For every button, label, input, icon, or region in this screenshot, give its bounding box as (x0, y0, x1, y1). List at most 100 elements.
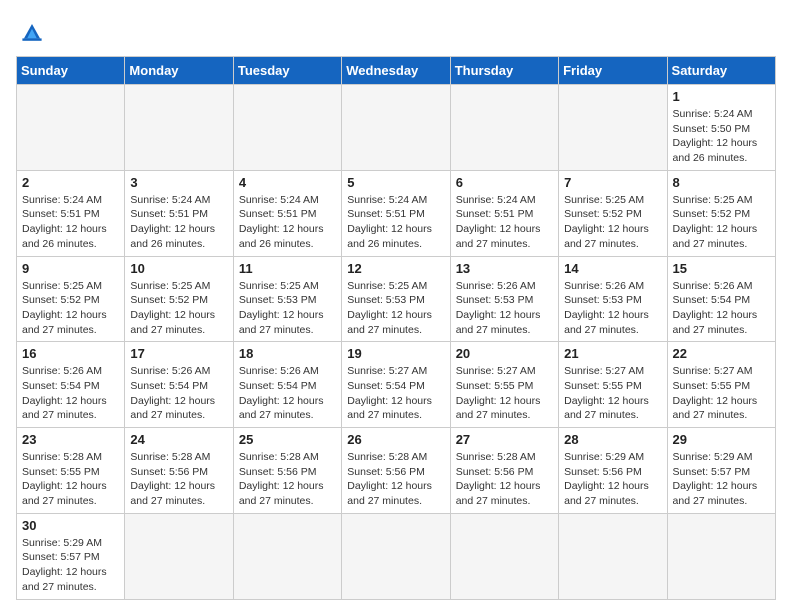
day-number: 2 (22, 175, 119, 190)
day-info: Sunrise: 5:26 AMSunset: 5:53 PMDaylight:… (456, 279, 553, 338)
day-number: 24 (130, 432, 227, 447)
day-number: 13 (456, 261, 553, 276)
calendar-day-cell (450, 513, 558, 599)
calendar-day-cell (342, 85, 450, 171)
calendar-day-cell: 26 Sunrise: 5:28 AMSunset: 5:56 PMDayligh… (342, 428, 450, 514)
day-info: Sunrise: 5:26 AMSunset: 5:54 PMDaylight:… (22, 364, 119, 423)
calendar-day-cell: 16Sunrise: 5:26 AMSunset: 5:54 PMDayligh… (17, 342, 125, 428)
day-number: 30 (22, 518, 119, 533)
calendar-week-row: 23Sunrise: 5:28 AMSunset: 5:55 PMDayligh… (17, 428, 776, 514)
logo (16, 16, 52, 48)
calendar-day-cell: 10Sunrise: 5:25 AMSunset: 5:52 PMDayligh… (125, 256, 233, 342)
day-number: 8 (673, 175, 770, 190)
day-info: Sunrise: 5:28 AMSunset: 5:56 PMDaylight:… (130, 450, 227, 509)
day-info: Sunrise: 5:25 AMSunset: 5:52 PMDaylight:… (564, 193, 661, 252)
calendar-day-cell: 2 Sunrise: 5:24 AMSunset: 5:51 PMDaylight… (17, 170, 125, 256)
day-info: Sunrise: 5:24 AMSunset: 5:51 PMDaylight:… (347, 193, 444, 252)
calendar-day-cell: 20 Sunrise: 5:27 AMSunset: 5:55 PMDayligh… (450, 342, 558, 428)
calendar-day-cell (125, 513, 233, 599)
day-info: Sunrise: 5:26 AMSunset: 5:54 PMDaylight:… (673, 279, 770, 338)
day-number: 10 (130, 261, 227, 276)
day-number: 3 (130, 175, 227, 190)
day-number: 20 (456, 346, 553, 361)
day-number: 19 (347, 346, 444, 361)
day-number: 7 (564, 175, 661, 190)
day-info: Sunrise: 5:29 AMSunset: 5:57 PMDaylight:… (22, 536, 119, 595)
weekday-header-saturday: Saturday (667, 57, 775, 85)
weekday-header-row: SundayMondayTuesdayWednesdayThursdayFrid… (17, 57, 776, 85)
weekday-header-monday: Monday (125, 57, 233, 85)
calendar-day-cell: 13 Sunrise: 5:26 AMSunset: 5:53 PMDayligh… (450, 256, 558, 342)
calendar-day-cell: 30 Sunrise: 5:29 AMSunset: 5:57 PMDayligh… (17, 513, 125, 599)
day-info: Sunrise: 5:25 AMSunset: 5:53 PMDaylight:… (239, 279, 336, 338)
calendar-day-cell: 4Sunrise: 5:24 AMSunset: 5:51 PMDaylight… (233, 170, 341, 256)
calendar-day-cell: 12Sunrise: 5:25 AMSunset: 5:53 PMDayligh… (342, 256, 450, 342)
day-info: Sunrise: 5:27 AMSunset: 5:55 PMDaylight:… (673, 364, 770, 423)
day-number: 25 (239, 432, 336, 447)
day-info: Sunrise: 5:29 AMSunset: 5:57 PMDaylight:… (673, 450, 770, 509)
calendar-day-cell (233, 85, 341, 171)
calendar-day-cell: 11 Sunrise: 5:25 AMSunset: 5:53 PMDayligh… (233, 256, 341, 342)
calendar-day-cell: 19 Sunrise: 5:27 AMSunset: 5:54 PMDayligh… (342, 342, 450, 428)
day-number: 4 (239, 175, 336, 190)
calendar-week-row: 9 Sunrise: 5:25 AMSunset: 5:52 PMDaylight… (17, 256, 776, 342)
calendar-day-cell: 5 Sunrise: 5:24 AMSunset: 5:51 PMDaylight… (342, 170, 450, 256)
calendar-day-cell: 14 Sunrise: 5:26 AMSunset: 5:53 PMDayligh… (559, 256, 667, 342)
weekday-header-sunday: Sunday (17, 57, 125, 85)
calendar-day-cell (17, 85, 125, 171)
calendar-day-cell: 22 Sunrise: 5:27 AMSunset: 5:55 PMDayligh… (667, 342, 775, 428)
day-info: Sunrise: 5:26 AMSunset: 5:53 PMDaylight:… (564, 279, 661, 338)
day-info: Sunrise: 5:26 AMSunset: 5:54 PMDaylight:… (130, 364, 227, 423)
calendar-day-cell (667, 513, 775, 599)
calendar-day-cell: 7 Sunrise: 5:25 AMSunset: 5:52 PMDaylight… (559, 170, 667, 256)
calendar-day-cell: 27 Sunrise: 5:28 AMSunset: 5:56 PMDayligh… (450, 428, 558, 514)
calendar-day-cell (233, 513, 341, 599)
day-number: 18 (239, 346, 336, 361)
calendar-week-row: 1 Sunrise: 5:24 AMSunset: 5:50 PMDaylight… (17, 85, 776, 171)
day-number: 22 (673, 346, 770, 361)
calendar-day-cell (342, 513, 450, 599)
day-number: 11 (239, 261, 336, 276)
calendar-day-cell (559, 513, 667, 599)
weekday-header-friday: Friday (559, 57, 667, 85)
day-number: 15 (673, 261, 770, 276)
day-info: Sunrise: 5:24 AMSunset: 5:51 PMDaylight:… (130, 193, 227, 252)
day-number: 26 (347, 432, 444, 447)
calendar-day-cell: 15 Sunrise: 5:26 AMSunset: 5:54 PMDayligh… (667, 256, 775, 342)
calendar-day-cell (559, 85, 667, 171)
calendar-day-cell: 18 Sunrise: 5:26 AMSunset: 5:54 PMDayligh… (233, 342, 341, 428)
day-number: 21 (564, 346, 661, 361)
day-info: Sunrise: 5:28 AMSunset: 5:56 PMDaylight:… (239, 450, 336, 509)
calendar-day-cell (450, 85, 558, 171)
calendar-day-cell: 28Sunrise: 5:29 AMSunset: 5:56 PMDayligh… (559, 428, 667, 514)
day-info: Sunrise: 5:26 AMSunset: 5:54 PMDaylight:… (239, 364, 336, 423)
day-info: Sunrise: 5:24 AMSunset: 5:50 PMDaylight:… (673, 107, 770, 166)
calendar-week-row: 2 Sunrise: 5:24 AMSunset: 5:51 PMDaylight… (17, 170, 776, 256)
day-info: Sunrise: 5:27 AMSunset: 5:55 PMDaylight:… (564, 364, 661, 423)
day-info: Sunrise: 5:24 AMSunset: 5:51 PMDaylight:… (456, 193, 553, 252)
day-number: 27 (456, 432, 553, 447)
day-info: Sunrise: 5:28 AMSunset: 5:56 PMDaylight:… (456, 450, 553, 509)
day-number: 1 (673, 89, 770, 104)
day-number: 6 (456, 175, 553, 190)
day-info: Sunrise: 5:24 AMSunset: 5:51 PMDaylight:… (22, 193, 119, 252)
calendar-week-row: 30 Sunrise: 5:29 AMSunset: 5:57 PMDayligh… (17, 513, 776, 599)
day-number: 5 (347, 175, 444, 190)
generalblue-logo-icon (16, 16, 48, 48)
day-info: Sunrise: 5:27 AMSunset: 5:55 PMDaylight:… (456, 364, 553, 423)
calendar-day-cell: 9 Sunrise: 5:25 AMSunset: 5:52 PMDaylight… (17, 256, 125, 342)
weekday-header-thursday: Thursday (450, 57, 558, 85)
day-number: 14 (564, 261, 661, 276)
day-number: 17 (130, 346, 227, 361)
weekday-header-tuesday: Tuesday (233, 57, 341, 85)
calendar-table: SundayMondayTuesdayWednesdayThursdayFrid… (16, 56, 776, 600)
day-info: Sunrise: 5:28 AMSunset: 5:56 PMDaylight:… (347, 450, 444, 509)
day-number: 9 (22, 261, 119, 276)
day-info: Sunrise: 5:27 AMSunset: 5:54 PMDaylight:… (347, 364, 444, 423)
day-number: 12 (347, 261, 444, 276)
day-number: 23 (22, 432, 119, 447)
calendar-day-cell: 24 Sunrise: 5:28 AMSunset: 5:56 PMDayligh… (125, 428, 233, 514)
calendar-day-cell: 25 Sunrise: 5:28 AMSunset: 5:56 PMDayligh… (233, 428, 341, 514)
calendar-day-cell: 3 Sunrise: 5:24 AMSunset: 5:51 PMDaylight… (125, 170, 233, 256)
day-info: Sunrise: 5:25 AMSunset: 5:52 PMDaylight:… (22, 279, 119, 338)
